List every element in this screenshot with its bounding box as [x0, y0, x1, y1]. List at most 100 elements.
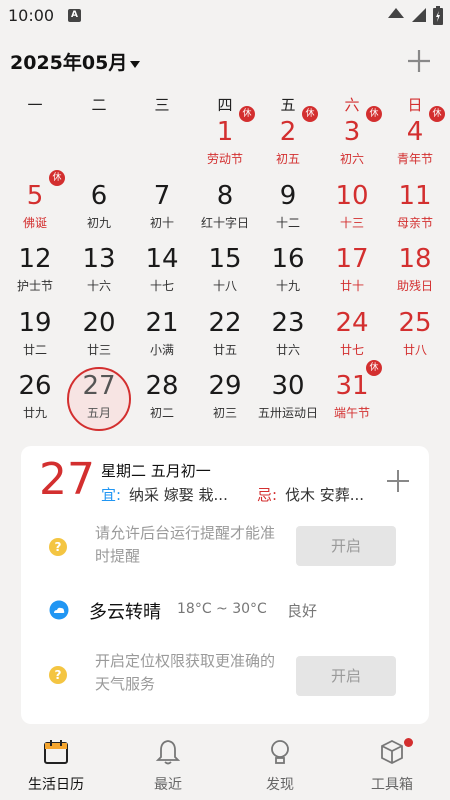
- calendar-day[interactable]: 28 初二: [130, 370, 194, 433]
- day-number: 17: [335, 244, 369, 274]
- day-lunar-label: 廿五: [212, 343, 237, 357]
- day-lunar-label: 廿三: [86, 343, 111, 357]
- month-title-text: 2025年05月: [10, 52, 128, 74]
- holiday-badge: 休: [366, 360, 382, 376]
- day-lunar-label: 初三: [212, 406, 237, 420]
- background-run-hint: 请允许后台运行提醒才能准时提醒: [95, 524, 276, 565]
- day-lunar-label: 五月: [86, 406, 111, 420]
- day-lunar-label: 初十: [149, 216, 174, 230]
- day-number: 9: [279, 181, 297, 211]
- question-icon: ?: [49, 538, 67, 556]
- weekday-wed: 三: [154, 96, 170, 114]
- day-number: 23: [271, 308, 305, 338]
- day-lunar-label: 十二: [275, 216, 300, 230]
- enable-background-button[interactable]: 开启: [296, 526, 396, 566]
- calendar-day[interactable]: 21 小满: [130, 307, 194, 370]
- weather-description: 多云转晴: [89, 602, 161, 623]
- calendar-day[interactable]: 12 护士节: [3, 243, 67, 306]
- day-number: 21: [145, 308, 179, 338]
- add-event-button[interactable]: [404, 46, 434, 76]
- day-lunar-label: 十三: [339, 216, 364, 230]
- day-lunar-label: 初二: [149, 406, 174, 420]
- day-lunar-label: 母亲节: [396, 216, 433, 230]
- cloud-sun-icon: [49, 600, 69, 620]
- day-lunar-label: 初五: [275, 152, 300, 166]
- weekday-mon: 一: [27, 96, 43, 114]
- calendar-day[interactable]: 9 十二: [256, 180, 320, 243]
- calendar-day[interactable]: 23 廿六: [256, 307, 320, 370]
- calendar-header: 2025年05月: [0, 40, 450, 80]
- calendar-day[interactable]: 17 廿十: [320, 243, 384, 306]
- day-number: 30: [271, 371, 305, 401]
- calendar-day[interactable]: 30 五卅运动日: [256, 370, 320, 433]
- day-lunar-label: 护士节: [16, 279, 53, 293]
- day-number: 26: [18, 371, 52, 401]
- holiday-badge: 休: [239, 106, 255, 122]
- calendar-day[interactable]: 1 劳动节休: [193, 106, 257, 179]
- calendar-day[interactable]: 31 端午节休: [320, 360, 384, 433]
- day-lunar-label: 十九: [275, 279, 300, 293]
- day-number: 11: [398, 181, 432, 211]
- calendar-day[interactable]: 6 初九: [67, 180, 131, 243]
- nav-discover[interactable]: 发现: [230, 738, 330, 794]
- calendar-day[interactable]: 15 十八: [193, 243, 257, 306]
- calendar-day[interactable]: 5 佛诞休: [3, 170, 67, 243]
- weekday-tue: 二: [91, 96, 107, 114]
- holiday-badge: 休: [366, 106, 382, 122]
- yi-text[interactable]: 纳采 嫁娶 栽...: [129, 484, 228, 505]
- calendar-day[interactable]: 14 十七: [130, 243, 194, 306]
- nav-recent[interactable]: 最近: [118, 738, 218, 794]
- calendar-day[interactable]: 19 廿二: [3, 307, 67, 370]
- lightbulb-icon: [271, 740, 289, 764]
- status-time: 10:00: [8, 6, 55, 25]
- calendar-day[interactable]: 11 母亲节: [383, 180, 447, 243]
- calendar-day[interactable]: 20 廿三: [67, 307, 131, 370]
- day-number: 29: [208, 371, 242, 401]
- yi-label: 宜:: [101, 486, 122, 504]
- nav-label: 发现: [266, 777, 294, 793]
- calendar-day[interactable]: 26 廿九: [3, 370, 67, 433]
- bell-icon: [155, 740, 181, 765]
- calendar-day[interactable]: 16 十九: [256, 243, 320, 306]
- status-bar: 10:00 A: [0, 0, 450, 32]
- calendar-day[interactable]: 18 助残日: [383, 243, 447, 306]
- ji-text[interactable]: 伐木 安葬...: [285, 484, 364, 505]
- day-number: 20: [82, 308, 116, 338]
- nav-toolbox[interactable]: 工具箱: [342, 738, 442, 794]
- calendar-day[interactable]: 13 十六: [67, 243, 131, 306]
- holiday-badge: 休: [429, 106, 445, 122]
- day-lunar-label: 廿六: [275, 343, 300, 357]
- day-lunar-label: 红十字日: [200, 216, 249, 230]
- calendar-day[interactable]: 4 青年节休: [383, 106, 447, 179]
- calendar-day[interactable]: 29 初三: [193, 370, 257, 433]
- day-number: 15: [208, 244, 242, 274]
- day-lunar-label: 初六: [339, 152, 364, 166]
- nav-life-calendar[interactable]: 生活日历: [6, 738, 106, 794]
- day-lunar-label: 廿九: [22, 406, 47, 420]
- day-number: 25: [398, 308, 432, 338]
- enable-location-button[interactable]: 开启: [296, 656, 396, 696]
- battery-icon: [433, 6, 443, 25]
- calendar-icon: [44, 740, 68, 764]
- nav-label: 生活日历: [28, 777, 84, 793]
- day-number: 28: [145, 371, 179, 401]
- day-lunar-label: 廿八: [402, 343, 427, 357]
- weekday-lunar-date: 星期二 五月初一: [101, 462, 211, 480]
- calendar-day[interactable]: 25 廿八: [383, 307, 447, 370]
- location-permission-hint: 开启定位权限获取更准确的天气服务: [95, 652, 276, 693]
- calendar-day[interactable]: 2 初五休: [256, 106, 320, 179]
- calendar-day[interactable]: 7 初十: [130, 180, 194, 243]
- day-number: 6: [90, 181, 108, 211]
- calendar-day[interactable]: 3 初六休: [320, 106, 384, 179]
- day-lunar-label: 十七: [149, 279, 174, 293]
- calendar-day[interactable]: 8 红十字日: [193, 180, 257, 243]
- month-selector[interactable]: 2025年05月: [10, 48, 141, 75]
- ji-label: 忌:: [257, 486, 278, 504]
- add-reminder-button[interactable]: [385, 468, 411, 494]
- day-number: 7: [153, 181, 171, 211]
- calendar-day[interactable]: 22 廿五: [193, 307, 257, 370]
- calendar-day[interactable]: 10 十三: [320, 180, 384, 243]
- day-lunar-label: 青年节: [396, 152, 433, 166]
- notification-dot: [404, 738, 413, 747]
- calendar-day-today[interactable]: 27 五月: [67, 370, 131, 433]
